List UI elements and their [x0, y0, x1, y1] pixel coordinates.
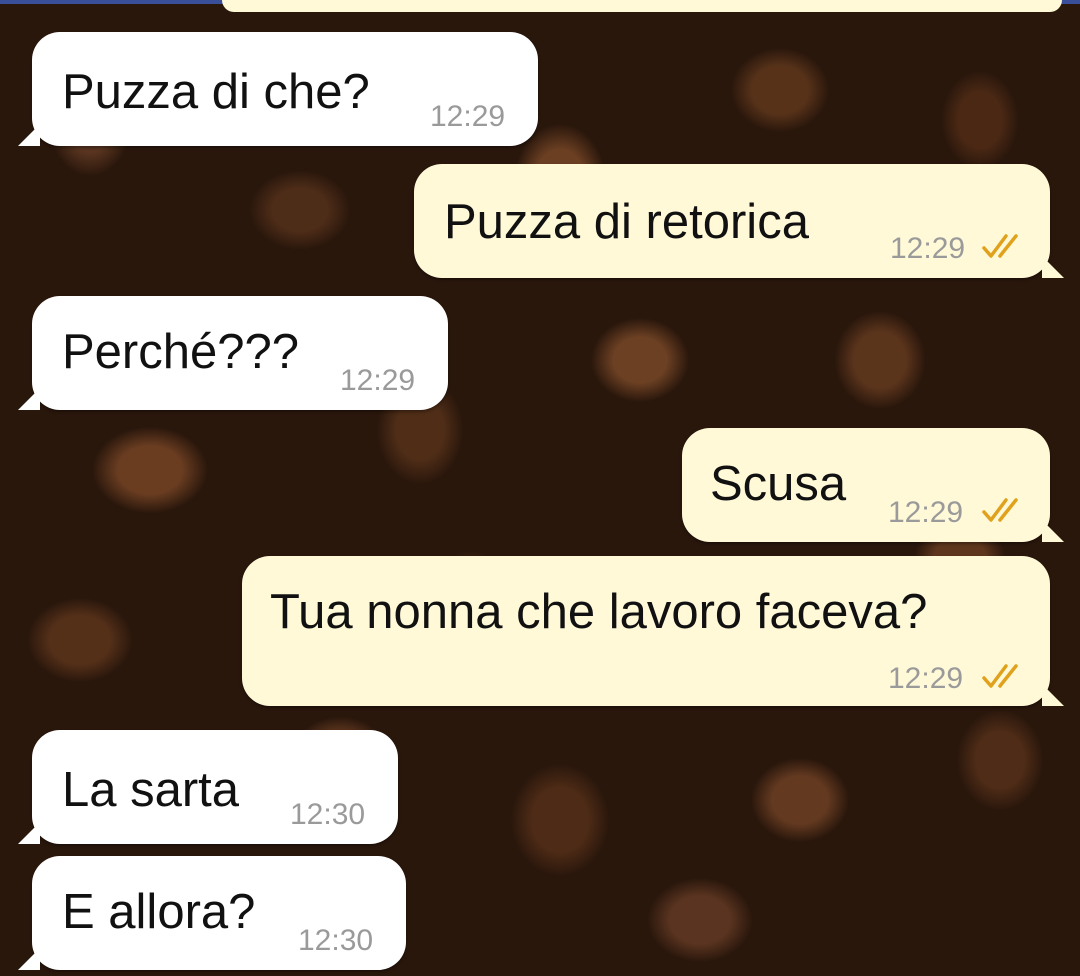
message-text: E allora? [62, 885, 256, 939]
message-time: 12:30 [298, 924, 374, 957]
message-bubble-incoming[interactable]: Perché??? 12:29 [18, 296, 448, 410]
message-bubble-outgoing[interactable]: Tua nonna che lavoro faceva? 12:29 [242, 556, 1064, 706]
double-check-icon [982, 498, 1018, 522]
message-text: Perché??? [62, 325, 300, 379]
double-check-icon [982, 234, 1018, 258]
message-text: Puzza di retorica [444, 195, 809, 249]
double-check-icon [982, 664, 1018, 688]
message-text: Scusa [710, 457, 847, 511]
message-bubble-incoming[interactable]: La sarta 12:30 [18, 730, 398, 844]
message-text: Tua nonna che lavoro faceva? [270, 585, 928, 639]
message-time: 12:29 [888, 496, 964, 529]
message-bubble-outgoing[interactable]: Puzza di retorica 12:29 [414, 164, 1064, 278]
message-text: La sarta [62, 763, 240, 817]
message-text: Puzza di che? [62, 65, 370, 119]
clipped-message-bubble [222, 0, 1062, 12]
message-bubble-outgoing[interactable]: Scusa 12:29 [682, 428, 1064, 542]
message-bubble-incoming[interactable]: E allora? 12:30 [18, 856, 406, 970]
message-time: 12:29 [430, 100, 506, 133]
message-time: 12:29 [890, 232, 966, 265]
message-time: 12:30 [290, 798, 366, 831]
message-time: 12:29 [888, 662, 964, 695]
message-bubble-incoming[interactable]: Puzza di che? 12:29 [18, 32, 538, 146]
message-time: 12:29 [340, 364, 416, 397]
